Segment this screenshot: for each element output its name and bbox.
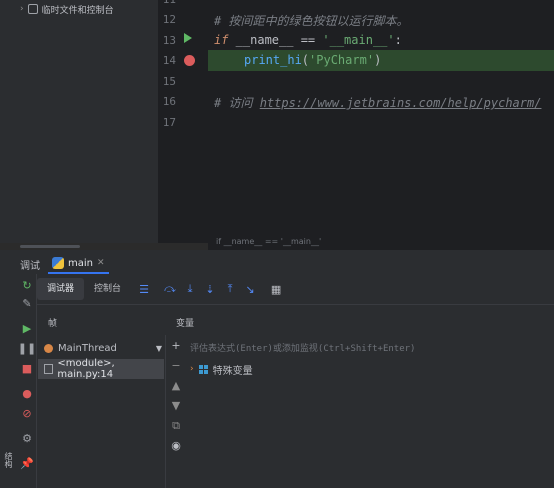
tree-item-scratches[interactable]: › 临时文件和控制台 (20, 2, 114, 16)
editor-gutter[interactable]: 11 12 13 14 15 16 17 (158, 0, 208, 243)
run-to-cursor-icon[interactable]: ↘ (243, 282, 257, 296)
project-panel (0, 0, 158, 243)
chevron-right-icon[interactable]: › (190, 364, 194, 374)
line-number: 11 (163, 0, 176, 6)
line-number: 17 (162, 116, 176, 129)
breakpoint-icon[interactable] (184, 55, 195, 66)
editor-breadcrumb[interactable]: if __name__ == '__main__' (208, 234, 554, 250)
resume-icon[interactable]: ▶ (20, 321, 34, 335)
variables-group-icon (198, 364, 208, 374)
code-text: : (394, 33, 402, 47)
comment-link[interactable]: https://www.jetbrains.com/help/pycharm/ (260, 96, 542, 110)
python-icon (52, 257, 64, 269)
thread-name: MainThread (58, 342, 117, 354)
settings-wrench-icon[interactable]: ✎ (20, 296, 34, 310)
code-function: print_hi (244, 53, 302, 67)
move-up-icon[interactable]: ▲ (170, 380, 182, 392)
chevron-down-icon[interactable]: ▼ (156, 344, 162, 353)
structure-side-tab[interactable]: 结构 (2, 452, 14, 468)
evaluate-table-icon[interactable]: ▦ (269, 282, 283, 296)
code-line-14: print_hi('PyCharm') (244, 53, 381, 67)
toolbar-divider (37, 304, 554, 305)
line-number: 15 (162, 75, 176, 88)
line-number: 16 (162, 95, 176, 108)
code-string: 'PyCharm' (309, 53, 375, 67)
special-variables-label: 特殊变量 (212, 365, 253, 377)
pause-icon[interactable]: ❚❚ (18, 341, 36, 355)
panel-splitter[interactable] (20, 245, 80, 248)
mute-breakpoints-icon[interactable]: ⊘ (20, 406, 34, 420)
rerun-icon[interactable]: ↻ (20, 278, 34, 292)
frame-icon (44, 364, 54, 374)
scratch-folder-icon (27, 4, 38, 14)
copy-icon[interactable]: ⧉ (170, 420, 182, 432)
tree-item-label: 临时文件和控制台 (41, 5, 114, 16)
code-line-13: if __name__ == '__main__': (214, 33, 402, 47)
pin-icon[interactable]: 📌 (20, 456, 34, 470)
gear-icon[interactable]: ⚙ (20, 431, 34, 445)
tab-debugger[interactable]: 调试器 (37, 278, 85, 300)
frame-item[interactable]: <module>, main.py:14 (38, 358, 164, 380)
menu-icon[interactable]: ☰ (137, 282, 151, 296)
eye-icon[interactable]: ◉ (170, 440, 182, 452)
line-number: 14 (162, 54, 176, 67)
thread-status-icon (44, 343, 53, 353)
code-text: ) (374, 53, 382, 67)
view-breakpoints-icon[interactable]: ● (20, 386, 34, 400)
evaluate-expression-input[interactable]: 评估表达式(Enter)或添加监视(Ctrl+Shift+Enter) (190, 341, 550, 355)
debug-title-bar: 调试 main ✕ (0, 254, 109, 274)
line-number: 13 (162, 34, 176, 47)
code-comment: # 访问 (214, 96, 260, 110)
special-variables-node[interactable]: › 特殊变量 (190, 362, 253, 377)
run-gutter-icon[interactable] (184, 33, 192, 43)
frame-label: <module>, main.py:14 (57, 358, 115, 380)
tab-main-label: main (68, 257, 93, 269)
frames-header: 帧 (48, 319, 58, 329)
close-icon[interactable]: ✕ (97, 258, 105, 268)
move-down-icon[interactable]: ▼ (170, 400, 182, 412)
code-line-16: # 访问 https://www.jetbrains.com/help/pych… (214, 94, 541, 111)
step-into-icon[interactable]: ⤓ (183, 282, 197, 296)
remove-watch-icon[interactable]: − (170, 360, 182, 372)
variables-toolbar: + − ▲ ▼ ⧉ ◉ (166, 338, 186, 478)
code-text: ( (301, 53, 310, 67)
variables-header: 变量 (176, 319, 195, 329)
add-watch-icon[interactable]: + (170, 340, 182, 352)
stop-icon[interactable]: ■ (20, 361, 34, 375)
code-keyword: if (214, 33, 229, 47)
code-text: __name__ == (228, 33, 323, 47)
chevron-right-icon[interactable]: › (20, 4, 24, 14)
thread-selector[interactable]: MainThread ▼ (44, 341, 162, 355)
debugger-toolbar: 调试器 控制台 ☰ ⤼ ⤓ ⇣ ⤒ ↘ ▦ (37, 278, 554, 300)
step-into-my-code-icon[interactable]: ⇣ (203, 282, 217, 296)
line-number: 12 (162, 13, 176, 26)
tab-main[interactable]: main ✕ (48, 254, 109, 274)
code-string: '__main__' (322, 33, 395, 47)
tab-console[interactable]: 控制台 (84, 278, 131, 300)
code-line-12: # 按间距中的绿色按钮以运行脚本。 (214, 14, 409, 28)
step-over-icon[interactable]: ⤼ (163, 282, 177, 296)
step-out-icon[interactable]: ⤒ (223, 282, 237, 296)
debug-title: 调试 (20, 260, 40, 272)
